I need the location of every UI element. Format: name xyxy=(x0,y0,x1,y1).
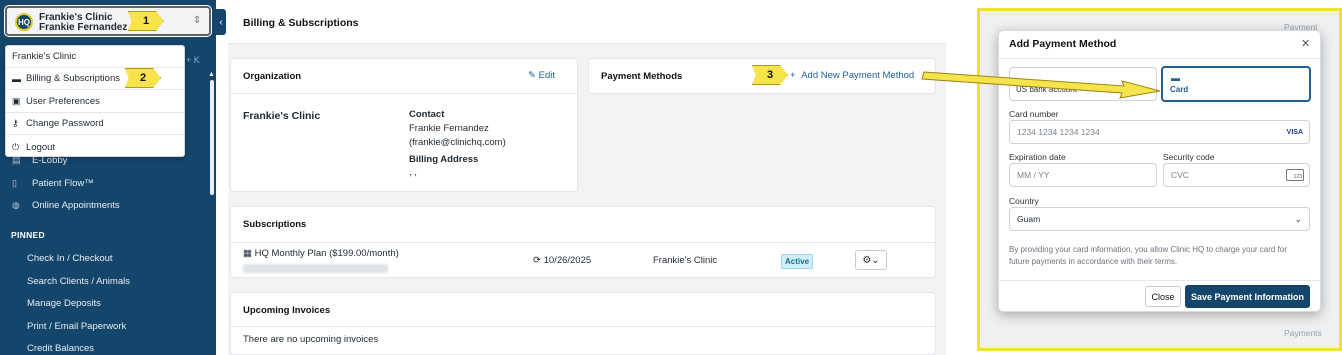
organization-heading: Organization xyxy=(243,71,302,82)
gear-icon: ⚙ xyxy=(862,254,872,266)
plus-icon: + xyxy=(790,70,796,81)
cvc-input[interactable]: CVC 123 xyxy=(1163,163,1310,187)
document-icon: ▯ xyxy=(12,178,17,188)
menu-item-user-preferences[interactable]: ▣ User Preferences xyxy=(6,91,184,113)
org-user-name: Frankie Fernandez xyxy=(39,22,128,33)
expiry-input[interactable]: MM / YY xyxy=(1009,163,1157,187)
expiry-label: Expiration date xyxy=(1009,152,1066,162)
renewal-date: ⟳ 10/26/2025 xyxy=(533,255,591,266)
visa-icon: VISA xyxy=(1286,128,1303,136)
sidebar-item-patient-flow[interactable]: ▯ Patient Flow™ xyxy=(12,178,94,189)
refresh-icon: ⟳ xyxy=(533,255,541,266)
credit-card-icon: ▬ xyxy=(12,73,21,84)
globe-icon: ◍ xyxy=(12,200,20,210)
subscription-plan: ▦ HQ Monthly Plan ($199.00/month) xyxy=(243,248,399,259)
organization-name: Frankie's Clinic xyxy=(243,110,321,122)
scroll-up-icon[interactable]: ▲ xyxy=(208,71,215,78)
sidebar-item-label: Online Appointments xyxy=(32,200,120,211)
account-menu: Frankie's Clinic ▬ Billing & Subscriptio… xyxy=(5,45,185,157)
page-title: Billing & Subscriptions xyxy=(243,17,359,29)
callout-label: 1 xyxy=(142,15,150,27)
divider xyxy=(998,58,1321,59)
callout-label: 2 xyxy=(139,72,147,84)
pencil-icon: ✎ xyxy=(528,70,536,81)
redacted-text xyxy=(243,264,388,273)
menu-item-label: User Preferences xyxy=(26,96,100,107)
chevron-down-icon: ⌄ xyxy=(1294,213,1302,224)
menu-item-clinic[interactable]: Frankie's Clinic xyxy=(6,46,184,68)
calendar-icon: ▦ xyxy=(243,248,252,259)
add-payment-method-link[interactable]: + Add New Payment Method xyxy=(790,70,914,81)
billing-address-label: Billing Address xyxy=(409,154,479,165)
pinned-heading: PINNED xyxy=(11,230,45,240)
chevron-down-icon: ⌄ xyxy=(871,254,880,266)
org-switcher[interactable]: HQ Frankie's Clinic Frankie Fernandez ⇕ xyxy=(4,5,212,37)
consent-text: By providing your card information, you … xyxy=(1009,245,1287,266)
expiry-placeholder: MM / YY xyxy=(1017,170,1050,180)
menu-item-logout[interactable]: ⏻ Logout xyxy=(6,136,184,158)
plan-label: HQ Monthly Plan ($199.00/month) xyxy=(254,248,399,259)
menu-item-label: Frankie's Clinic xyxy=(12,51,77,62)
sidebar-collapse-button[interactable]: ‹ xyxy=(216,9,226,35)
cvc-card-icon: 123 xyxy=(1286,169,1304,181)
card-option[interactable]: ▬ Card xyxy=(1161,66,1311,102)
pinned-item-search-clients[interactable]: Search Clients / Animals xyxy=(27,276,130,287)
billing-address-value: , , xyxy=(409,167,417,178)
country-select[interactable]: Guam ⌄ xyxy=(1009,207,1310,231)
cvc-label: Security code xyxy=(1163,152,1215,162)
invoices-card xyxy=(230,292,936,355)
add-payment-method-label: Add New Payment Method xyxy=(801,70,915,81)
subscription-actions-button[interactable]: ⚙ ⌄ xyxy=(855,250,887,270)
credit-card-icon: ▬ xyxy=(1171,73,1180,83)
invoices-heading: Upcoming Invoices xyxy=(243,305,331,316)
annotation-arrow xyxy=(921,71,1161,99)
id-card-icon: ▣ xyxy=(12,96,21,106)
chevron-updown-icon: ⇕ xyxy=(193,15,202,26)
cvc-placeholder: CVC xyxy=(1171,170,1189,180)
callout-label: 3 xyxy=(766,69,774,81)
card-header xyxy=(231,207,935,243)
edit-label: Edit xyxy=(538,70,555,81)
pinned-item-check-in[interactable]: Check In / Checkout xyxy=(27,253,113,264)
card-header xyxy=(231,293,935,327)
invoices-empty-text: There are no upcoming invoices xyxy=(243,334,379,345)
menu-item-label: Billing & Subscriptions xyxy=(26,73,120,84)
menu-item-label: Logout xyxy=(26,141,56,153)
key-icon: ⚷ xyxy=(12,118,19,128)
arrow-shape xyxy=(921,71,1161,99)
subscriptions-heading: Subscriptions xyxy=(243,219,307,230)
payment-methods-heading: Payment Methods xyxy=(601,71,683,82)
country-label: Country xyxy=(1009,196,1039,206)
card-number-label: Card number xyxy=(1009,109,1059,119)
modal-title: Add Payment Method xyxy=(1009,38,1117,50)
card-number-input[interactable]: 1234 1234 1234 1234 VISA xyxy=(1009,120,1310,144)
power-icon: ⏻ xyxy=(12,141,20,152)
contact-email: (frankie@clinichq.com) xyxy=(409,137,506,148)
status-badge: Active xyxy=(781,254,814,269)
close-button[interactable]: Close xyxy=(1145,286,1181,307)
menu-item-change-password[interactable]: ⚷ Change Password xyxy=(6,113,184,135)
menu-item-label: Change Password xyxy=(26,118,104,129)
pinned-item-print-email[interactable]: Print / Email Paperwork xyxy=(27,321,126,332)
save-payment-button[interactable]: Save Payment Information xyxy=(1185,285,1310,308)
sidebar-scrollbar[interactable] xyxy=(210,80,214,195)
contact-label: Contact xyxy=(409,109,445,120)
contact-name: Frankie Fernandez xyxy=(409,123,489,134)
clinic-logo: HQ xyxy=(15,13,33,31)
divider xyxy=(998,280,1321,281)
close-icon[interactable]: ✕ xyxy=(1301,37,1310,50)
sidebar-item-online-appointments[interactable]: ◍ Online Appointments xyxy=(12,200,120,211)
renewal-date-value: 10/26/2025 xyxy=(543,255,592,266)
sidebar-item-label: Patient Flow™ xyxy=(32,178,94,189)
keyboard-shortcut-hint: + K xyxy=(186,55,200,65)
background-text: Payments xyxy=(1284,328,1322,338)
pinned-item-manage-deposits[interactable]: Manage Deposits xyxy=(27,298,101,309)
pinned-item-credit-balances[interactable]: Credit Balances xyxy=(27,343,94,354)
card-option-label: Card xyxy=(1170,85,1189,94)
chevron-left-icon: ‹ xyxy=(219,16,223,28)
subscription-clinic: Frankie's Clinic xyxy=(653,255,718,266)
edit-organization-link[interactable]: ✎ Edit xyxy=(528,70,555,81)
card-number-placeholder: 1234 1234 1234 1234 xyxy=(1017,127,1100,137)
country-value: Guam xyxy=(1017,214,1041,224)
